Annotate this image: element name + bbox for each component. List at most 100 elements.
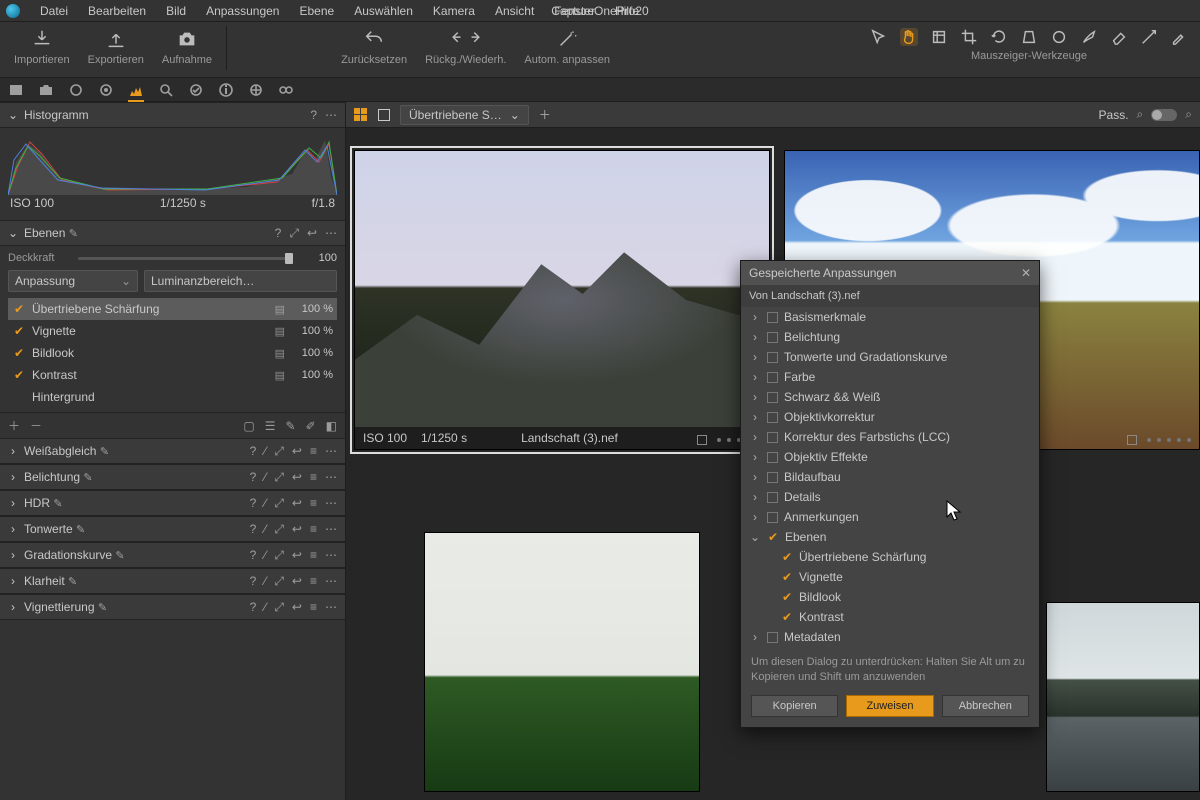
- tab-color-icon[interactable]: [98, 82, 114, 98]
- dialog-section[interactable]: ›Bildaufbau: [741, 467, 1039, 487]
- auto-icon[interactable]: ⁄: [264, 522, 266, 536]
- help-icon[interactable]: ?: [250, 600, 257, 614]
- check-icon[interactable]: ✔: [12, 368, 26, 382]
- slider-track[interactable]: [78, 257, 293, 260]
- more-icon[interactable]: ⋯: [325, 522, 337, 536]
- search-icon[interactable]: ⌕: [1185, 107, 1192, 122]
- dialog-subitem[interactable]: ✔Kontrast: [741, 607, 1039, 627]
- capture-button[interactable]: Aufnahme: [162, 28, 212, 66]
- more-icon[interactable]: ⋯: [325, 470, 337, 484]
- thumbnail-1[interactable]: ISO 100 1/1250 s Landschaft (3).nef: [354, 150, 770, 450]
- histogram-header[interactable]: ⌄ Histogramm ?⋯: [0, 102, 345, 128]
- auto-icon[interactable]: ⁄: [264, 496, 266, 510]
- tab-adjust-icon[interactable]: [188, 82, 204, 98]
- more-icon[interactable]: ⋯: [325, 496, 337, 510]
- checkbox[interactable]: [767, 412, 778, 423]
- remove-layer-button[interactable]: －: [30, 417, 42, 434]
- copy-icon[interactable]: ⤢: [274, 522, 284, 537]
- menu-hilfe[interactable]: Hilfe: [605, 4, 649, 18]
- copy-icon[interactable]: ⤢: [274, 496, 284, 511]
- reset-icon[interactable]: ↩: [307, 226, 317, 240]
- add-preset-button[interactable]: ＋: [539, 106, 551, 123]
- reset-icon[interactable]: ↩: [292, 574, 302, 588]
- import-button[interactable]: Importieren: [14, 28, 70, 66]
- check-icon[interactable]: ✔: [12, 324, 26, 338]
- checkbox[interactable]: [767, 312, 778, 323]
- layer-row[interactable]: ✔Vignette▤100 %: [8, 320, 337, 342]
- checkbox[interactable]: [767, 492, 778, 503]
- menu-datei[interactable]: Datei: [30, 4, 78, 18]
- more-icon[interactable]: ⋯: [325, 444, 337, 458]
- menu-ansicht[interactable]: Ansicht: [485, 4, 544, 18]
- tool-spot[interactable]: [1050, 28, 1068, 46]
- check-icon[interactable]: ✔: [767, 530, 779, 544]
- panel-header[interactable]: ›HDR ✎?⁄⤢↩≡⋯: [0, 490, 345, 516]
- layer-type-combo[interactable]: Anpassung⌄: [8, 270, 138, 292]
- checkbox[interactable]: [767, 332, 778, 343]
- close-icon[interactable]: ✕: [1021, 266, 1031, 280]
- layer-row[interactable]: ✔Kontrast▤100 %: [8, 364, 337, 386]
- check-icon[interactable]: ✔: [781, 570, 793, 584]
- reset-icon[interactable]: ↩: [292, 444, 302, 458]
- check-icon[interactable]: ✔: [12, 302, 26, 316]
- dialog-section[interactable]: ›Details: [741, 487, 1039, 507]
- dialog-section[interactable]: ›Objektiv Effekte: [741, 447, 1039, 467]
- more-icon[interactable]: ⋯: [325, 548, 337, 562]
- checkbox[interactable]: [767, 472, 778, 483]
- auto-icon[interactable]: ⁄: [264, 470, 266, 484]
- tool-brush[interactable]: [1080, 28, 1098, 46]
- checkbox[interactable]: [767, 452, 778, 463]
- tool-rotate[interactable]: [990, 28, 1008, 46]
- reset-icon[interactable]: ↩: [292, 470, 302, 484]
- layer-row[interactable]: ✔Übertriebene Schärfung▤100 %: [8, 298, 337, 320]
- preset-icon[interactable]: ≡: [310, 548, 317, 562]
- help-icon[interactable]: ?: [310, 108, 317, 122]
- preset-icon[interactable]: ≡: [310, 470, 317, 484]
- reset-icon[interactable]: ↩: [292, 600, 302, 614]
- apply-button[interactable]: Zuweisen: [846, 695, 933, 717]
- help-icon[interactable]: ?: [250, 496, 257, 510]
- slider-knob[interactable]: [285, 253, 293, 264]
- checkbox[interactable]: [767, 352, 778, 363]
- tab-lens-icon[interactable]: [68, 82, 84, 98]
- tool-crop[interactable]: [960, 28, 978, 46]
- tab-exposure-icon[interactable]: [128, 82, 144, 98]
- copy-button[interactable]: Kopieren: [751, 695, 838, 717]
- dialog-section[interactable]: ›Tonwerte und Gradationskurve: [741, 347, 1039, 367]
- dialog-section-metadata[interactable]: › Metadaten: [741, 627, 1039, 647]
- auto-icon[interactable]: ⁄: [264, 574, 266, 588]
- dialog-section-ebenen[interactable]: ⌄ ✔ Ebenen: [741, 527, 1039, 547]
- rating-box[interactable]: [697, 435, 707, 445]
- dialog-section[interactable]: ›Basismerkmale: [741, 307, 1039, 327]
- copy-icon[interactable]: ⤢: [274, 600, 284, 615]
- tool-annotate[interactable]: [1170, 28, 1188, 46]
- tab-details-icon[interactable]: [158, 82, 174, 98]
- auto-icon[interactable]: ⁄: [264, 548, 266, 562]
- copy-icon[interactable]: ⤢: [274, 444, 284, 459]
- ebenen-header[interactable]: ⌄ Ebenen ✎ ? ⤢ ↩ ⋯: [0, 220, 345, 246]
- reset-button[interactable]: Zurücksetzen: [341, 28, 407, 66]
- preset-icon[interactable]: ≡: [310, 444, 317, 458]
- preset-icon[interactable]: ≡: [310, 600, 317, 614]
- tool-hand[interactable]: [900, 28, 918, 46]
- checkbox[interactable]: [767, 512, 778, 523]
- more-icon[interactable]: ⋯: [325, 226, 337, 240]
- rating-box[interactable]: [1127, 435, 1137, 445]
- tab-output-icon[interactable]: [248, 82, 264, 98]
- help-icon[interactable]: ?: [250, 574, 257, 588]
- panel-header[interactable]: ›Klarheit ✎?⁄⤢↩≡⋯: [0, 568, 345, 594]
- preset-combo[interactable]: Übertriebene S… ⌄: [400, 105, 529, 125]
- auto-adjust-button[interactable]: Autom. anpassen: [524, 28, 610, 66]
- single-view-button[interactable]: [378, 109, 390, 121]
- grid-view-button[interactable]: [354, 108, 368, 122]
- auto-icon[interactable]: ⁄: [264, 444, 266, 458]
- check-icon[interactable]: ✔: [12, 346, 26, 360]
- checkbox[interactable]: [767, 372, 778, 383]
- menu-anpassungen[interactable]: Anpassungen: [196, 4, 289, 18]
- layer-row[interactable]: ✔Bildlook▤100 %: [8, 342, 337, 364]
- pass-toggle[interactable]: [1151, 109, 1177, 121]
- tool-gradient[interactable]: [1140, 28, 1158, 46]
- checkbox[interactable]: [767, 392, 778, 403]
- tab-meta-icon[interactable]: [218, 82, 234, 98]
- copy-icon[interactable]: ⤢: [274, 548, 284, 563]
